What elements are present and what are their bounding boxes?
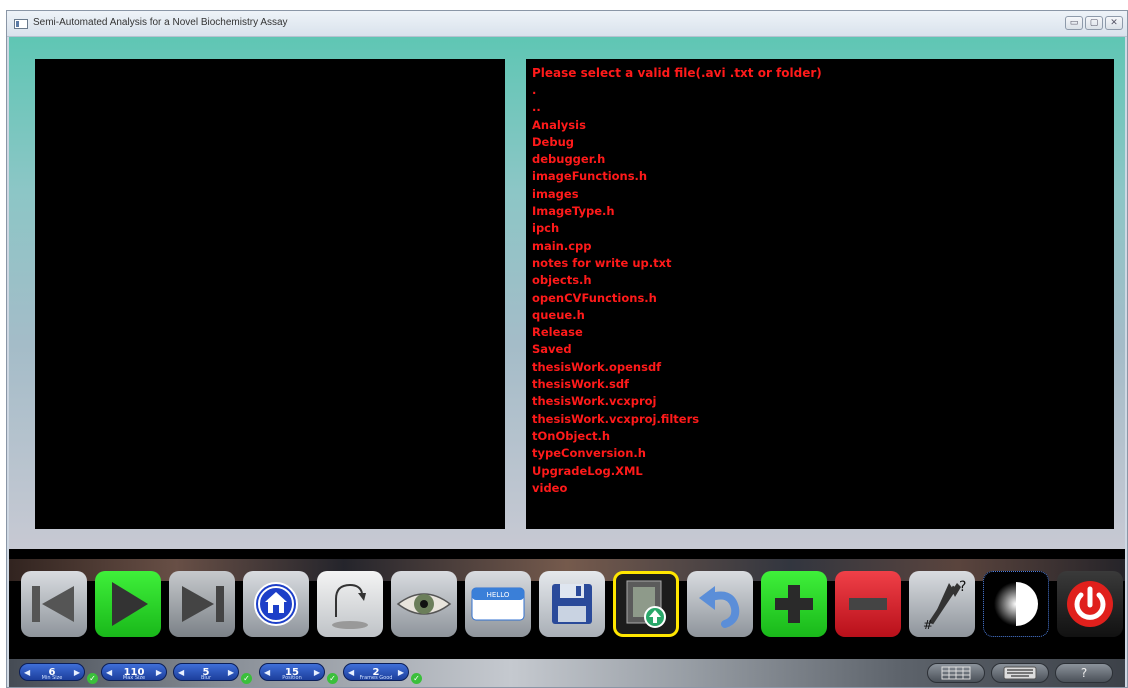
file-list-item[interactable]: ipch [532, 220, 1108, 237]
plus-icon [775, 585, 813, 623]
minimize-button[interactable]: ▭ [1065, 16, 1083, 30]
file-list-item[interactable]: Release [532, 324, 1108, 341]
skip-forward-icon [182, 586, 224, 622]
keyboard-icon [1003, 666, 1037, 680]
file-list-item[interactable]: thesisWork.vcxproj [532, 393, 1108, 410]
frames-good-spinner[interactable]: ◀ 2 ▶ Frames Good [343, 663, 409, 681]
file-list: ... Analysis Debug debugger.h imageFunctions… [532, 82, 1108, 497]
file-browser-prompt: Please select a valid file(.avi .txt or … [532, 66, 822, 80]
help-icon: ? [1080, 666, 1088, 680]
undo-icon [699, 586, 740, 628]
file-list-item[interactable]: openCVFunctions.h [532, 290, 1108, 307]
file-list-item[interactable]: imageFunctions.h [532, 168, 1108, 185]
title-bar: Semi-Automated Analysis for a Novel Bioc… [7, 11, 1127, 37]
file-list-item[interactable]: debugger.h [532, 151, 1108, 168]
file-list-item[interactable]: main.cpp [532, 238, 1108, 255]
play-button[interactable] [95, 571, 161, 637]
power-icon [1067, 581, 1113, 627]
contrast-button[interactable] [983, 571, 1049, 637]
file-list-item[interactable]: .. [532, 99, 1108, 116]
file-list-item[interactable]: thesisWork.sdf [532, 376, 1108, 393]
play-icon [112, 582, 148, 626]
skip-forward-button[interactable] [169, 571, 235, 637]
file-list-item[interactable]: objects.h [532, 272, 1108, 289]
position-spinner[interactable]: ◀ 15 ▶ Position [259, 663, 325, 681]
load-video-icon [626, 580, 666, 628]
app-window: Semi-Automated Analysis for a Novel Bioc… [6, 10, 1128, 688]
eye-icon [396, 593, 452, 615]
pointer-help-button[interactable]: ? # [909, 571, 975, 637]
close-button[interactable]: ✕ [1105, 16, 1123, 30]
minus-icon [849, 598, 887, 610]
checkmark-icon: ✓ [241, 673, 252, 684]
maximize-button[interactable]: ▢ [1085, 16, 1103, 30]
window-controls: ▭ ▢ ✕ [1065, 16, 1123, 30]
file-list-item[interactable]: . [532, 82, 1108, 99]
checkmark-icon: ✓ [327, 673, 338, 684]
file-list-item[interactable]: Analysis [532, 117, 1108, 134]
video-display-panel[interactable] [35, 59, 505, 529]
help-button[interactable]: ? [1055, 663, 1113, 683]
rotate-button[interactable] [317, 571, 383, 637]
file-list-item[interactable]: notes for write up.txt [532, 255, 1108, 272]
svg-text:HELLO: HELLO [487, 591, 510, 599]
power-button[interactable] [1057, 571, 1123, 637]
app-icon [14, 19, 28, 29]
home-button[interactable] [243, 571, 309, 637]
max-size-label: Max Size [122, 675, 146, 681]
blur-label: Blur [200, 675, 212, 681]
max-size-spinner[interactable]: ◀ 110 ▶ Max Size [101, 663, 167, 681]
file-list-item[interactable]: Saved [532, 341, 1108, 358]
skip-back-icon [32, 586, 74, 622]
file-list-item[interactable]: ImageType.h [532, 203, 1108, 220]
workspace-background: Please select a valid file(.avi .txt or … [9, 37, 1125, 549]
file-list-item[interactable]: images [532, 186, 1108, 203]
toolbar: HELLO ? # [9, 549, 1125, 659]
file-list-item[interactable]: UpgradeLog.XML [532, 463, 1108, 480]
svg-text:#: # [923, 618, 933, 631]
frames-good-label: Frames Good [359, 675, 393, 681]
save-button[interactable] [539, 571, 605, 637]
min-size-spinner[interactable]: ◀ 6 ▶ Min Size [19, 663, 85, 681]
skip-back-button[interactable] [21, 571, 87, 637]
file-list-item[interactable]: tOnObject.h [532, 428, 1108, 445]
file-list-item[interactable]: video [532, 480, 1108, 497]
file-list-item[interactable]: queue.h [532, 307, 1108, 324]
svg-text:?: ? [959, 579, 966, 595]
label-button[interactable]: HELLO [465, 571, 531, 637]
file-list-item[interactable]: Debug [532, 134, 1108, 151]
keyboard-button[interactable] [991, 663, 1049, 683]
grid-button[interactable] [927, 663, 985, 683]
undo-button[interactable] [687, 571, 753, 637]
checkmark-icon: ✓ [87, 673, 98, 684]
view-button[interactable] [391, 571, 457, 637]
checkmark-icon: ✓ [411, 673, 422, 684]
remove-button[interactable] [835, 571, 901, 637]
window-title: Semi-Automated Analysis for a Novel Bioc… [33, 17, 288, 28]
file-list-item[interactable]: thesisWork.vcxproj.filters [532, 411, 1108, 428]
rotate-icon [332, 583, 368, 629]
add-button[interactable] [761, 571, 827, 637]
save-icon [552, 584, 592, 624]
file-list-item[interactable]: typeConversion.h [532, 445, 1108, 462]
client-area: Please select a valid file(.avi .txt or … [9, 37, 1125, 687]
status-bar: ◀ 6 ▶ Min Size ✓ ◀ 110 ▶ Max Size ◀ 5 ▶ … [9, 659, 1125, 687]
home-icon [254, 582, 298, 626]
file-list-item[interactable]: thesisWork.opensdf [532, 359, 1108, 376]
file-browser-panel: Please select a valid file(.avi .txt or … [526, 59, 1114, 529]
min-size-label: Min Size [41, 675, 63, 681]
grid-icon [941, 666, 971, 680]
pointer-help-icon: ? # [923, 579, 966, 631]
blur-spinner[interactable]: ◀ 5 ▶ Blur [173, 663, 239, 681]
load-video-button[interactable] [613, 571, 679, 637]
position-label: Position [282, 675, 302, 681]
name-tag-icon: HELLO [471, 587, 525, 621]
contrast-icon [994, 582, 1038, 626]
